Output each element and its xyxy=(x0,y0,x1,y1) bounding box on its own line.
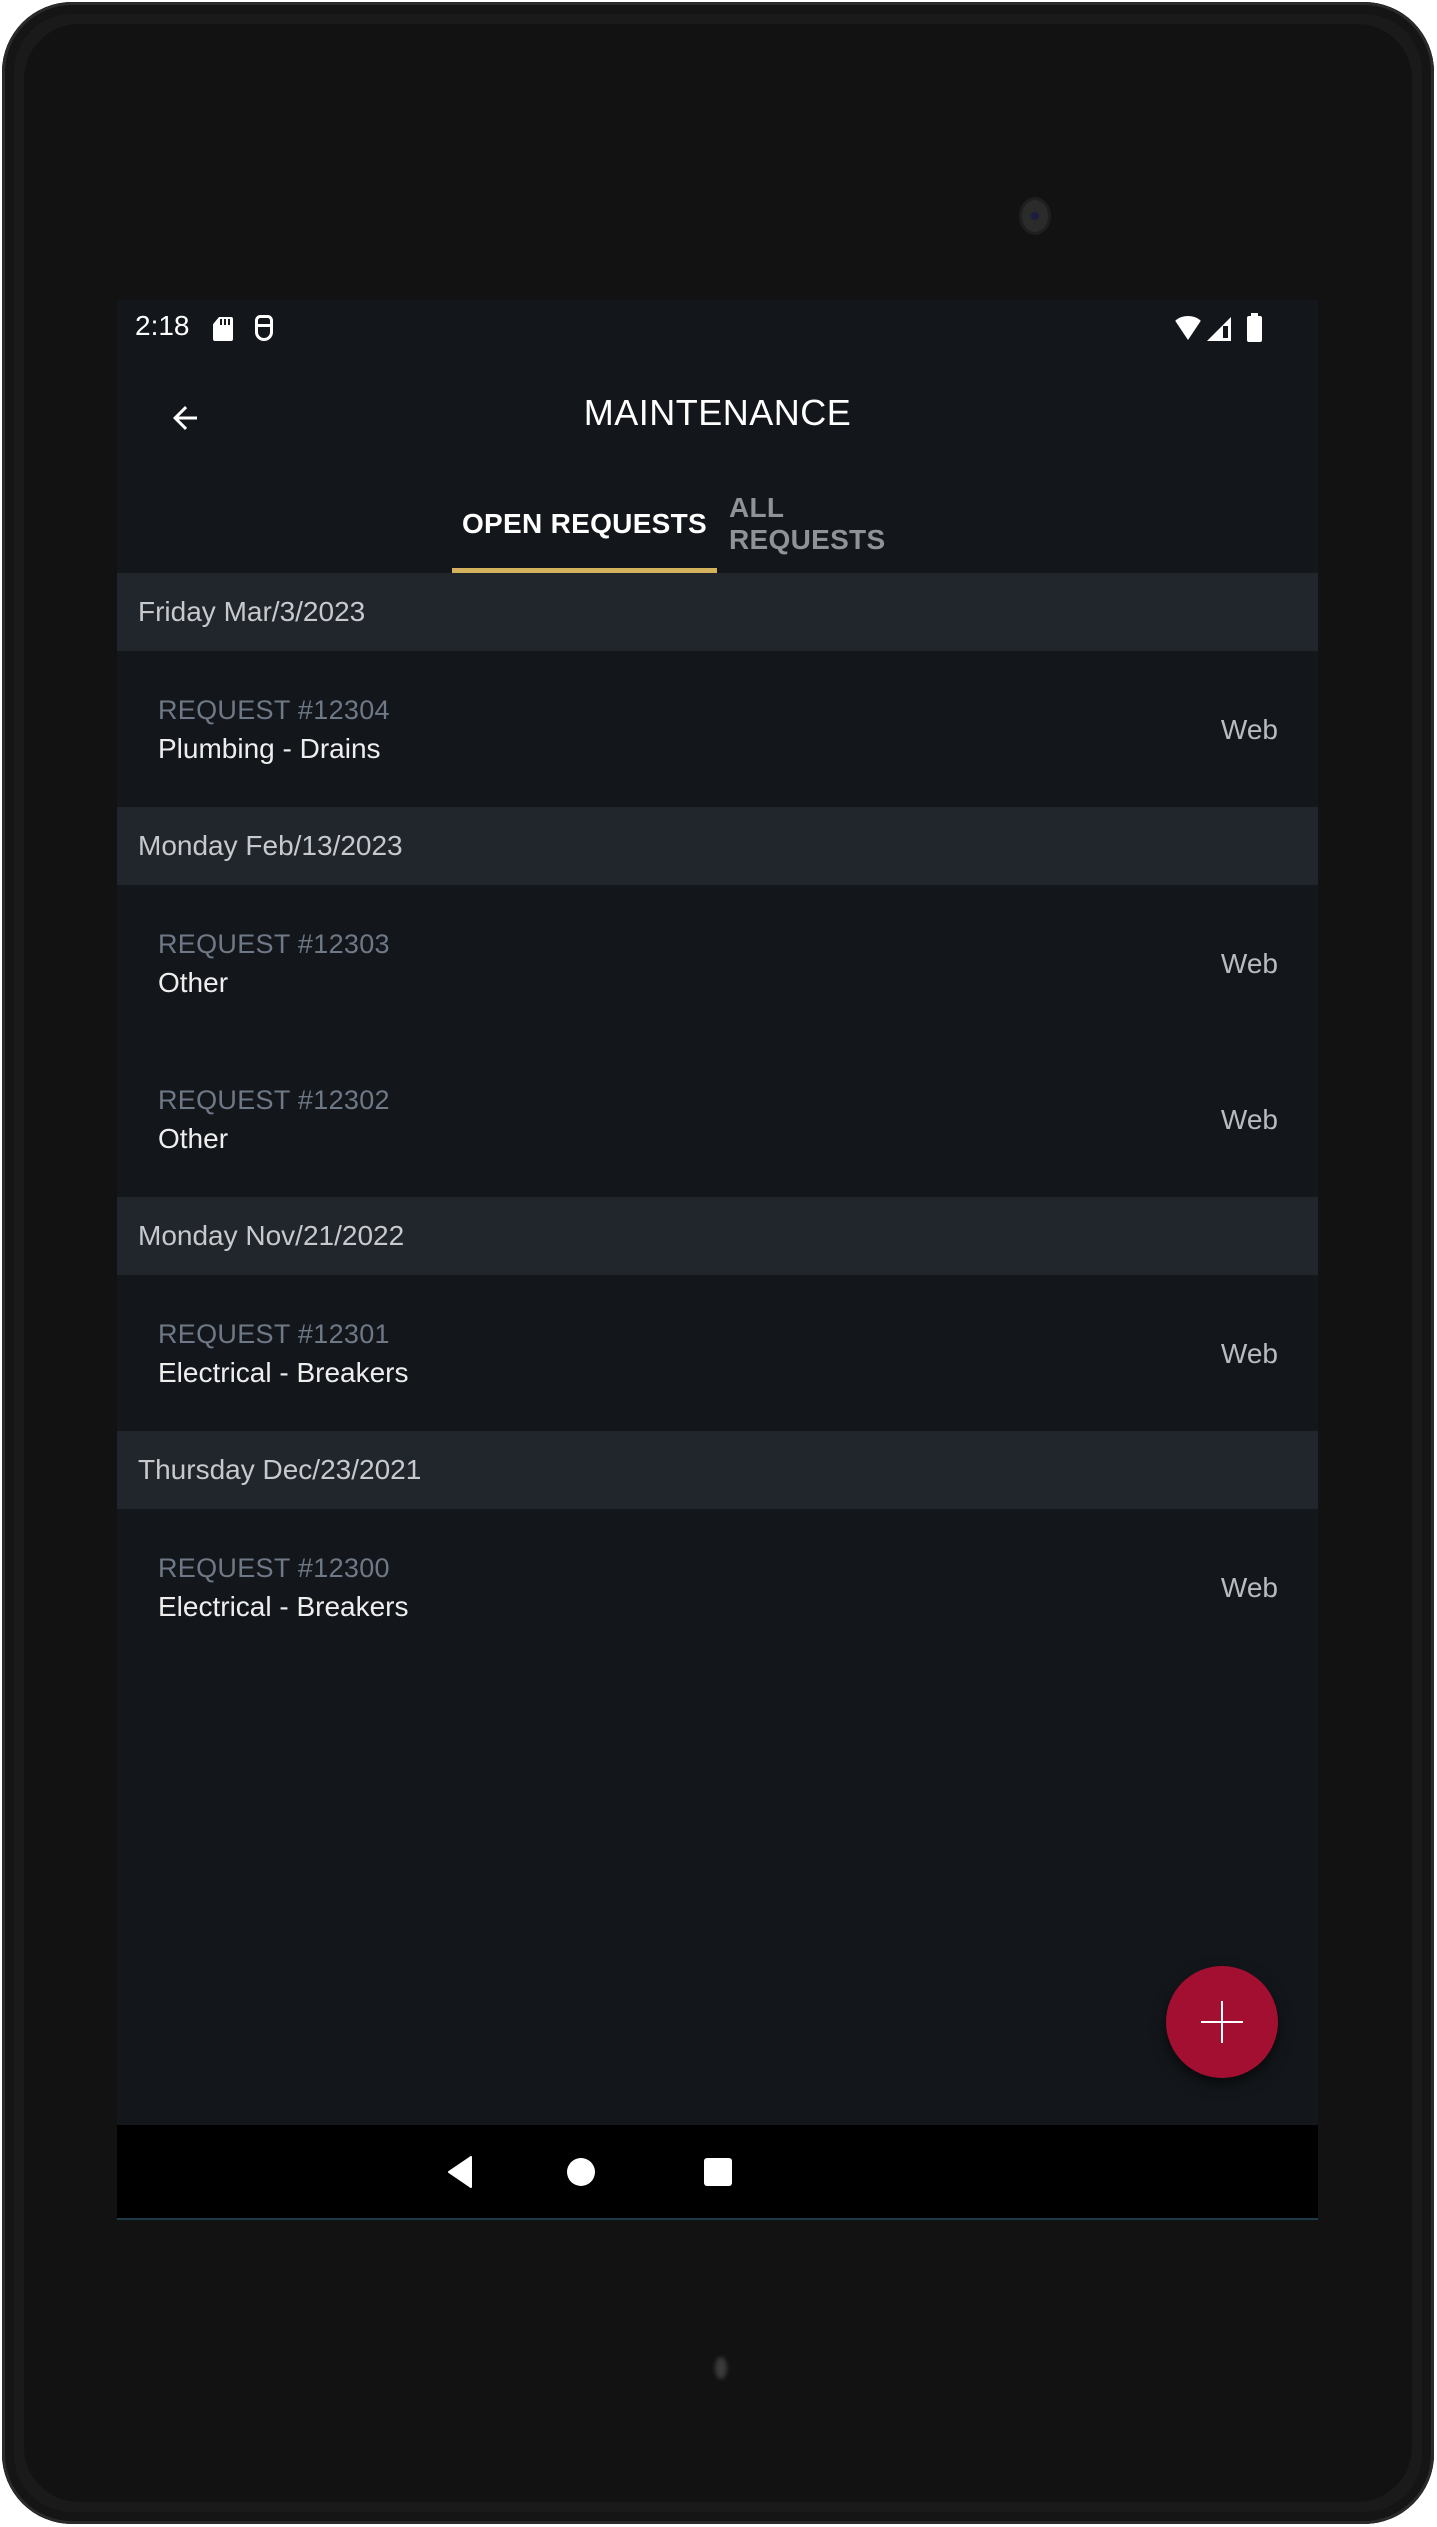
request-source: Web xyxy=(1220,948,1278,979)
requests-list: Friday Mar/3/2023 REQUEST #12304 Plumbin… xyxy=(117,573,1318,1665)
request-list-item[interactable]: REQUEST #12302 Other Web xyxy=(117,1041,1318,1197)
android-debug-icon xyxy=(255,315,273,341)
system-recents-button[interactable] xyxy=(673,2125,763,2218)
request-list-item[interactable]: REQUEST #12303 Other Web xyxy=(117,885,1318,1041)
date-section-header: Friday Mar/3/2023 xyxy=(117,573,1318,651)
recents-square-icon xyxy=(704,2157,732,2186)
tab-bar: OPEN REQUESTS ALL REQUESTS xyxy=(117,475,1318,573)
system-nav-bar xyxy=(117,2125,1318,2220)
request-source: Web xyxy=(1220,1338,1278,1369)
request-number: REQUEST #12302 xyxy=(158,1085,390,1115)
request-category: Electrical - Breakers xyxy=(158,1591,409,1622)
tab-all-requests[interactable]: ALL REQUESTS xyxy=(729,475,929,573)
app-bar: MAINTENANCE xyxy=(117,350,1318,475)
request-category: Other xyxy=(158,967,229,998)
request-list-item[interactable]: REQUEST #12300 Electrical - Breakers Web xyxy=(117,1509,1318,1665)
request-category: Plumbing - Drains xyxy=(158,733,381,764)
screen: 2:18 MAINTENANCE OPEN REQUESTS ALL REQUE… xyxy=(117,300,1318,2220)
date-section-header: Monday Nov/21/2022 xyxy=(117,1197,1318,1275)
back-triangle-icon xyxy=(448,2155,472,2188)
cell-signal-icon xyxy=(1207,317,1231,341)
system-home-button[interactable] xyxy=(536,2125,626,2218)
date-section-header: Thursday Dec/23/2021 xyxy=(117,1431,1318,1509)
request-source: Web xyxy=(1220,1104,1278,1135)
wifi-icon xyxy=(1172,316,1204,340)
notification-led xyxy=(715,2357,727,2379)
sd-card-icon xyxy=(213,317,233,341)
request-list-item[interactable]: REQUEST #12301 Electrical - Breakers Web xyxy=(117,1275,1318,1431)
home-circle-icon xyxy=(567,2157,595,2186)
status-bar: 2:18 xyxy=(117,300,1318,350)
request-source: Web xyxy=(1220,1572,1278,1603)
battery-icon xyxy=(1247,313,1262,342)
request-list-item[interactable]: REQUEST #12304 Plumbing - Drains Web xyxy=(117,651,1318,807)
request-number: REQUEST #12303 xyxy=(158,929,390,959)
request-category: Other xyxy=(158,1123,229,1154)
request-number: REQUEST #12301 xyxy=(158,1319,390,1349)
request-number: REQUEST #12304 xyxy=(158,695,390,725)
plus-icon xyxy=(1201,2001,1243,2043)
front-camera xyxy=(1022,200,1048,232)
tab-open-requests[interactable]: OPEN REQUESTS xyxy=(452,475,717,573)
system-back-button[interactable] xyxy=(415,2125,505,2218)
request-number: REQUEST #12300 xyxy=(158,1553,390,1583)
page-title: MAINTENANCE xyxy=(583,392,852,433)
status-time: 2:18 xyxy=(135,310,190,341)
date-section-header: Monday Feb/13/2023 xyxy=(117,807,1318,885)
add-request-button[interactable] xyxy=(1166,1966,1278,2078)
request-category: Electrical - Breakers xyxy=(158,1357,409,1388)
request-source: Web xyxy=(1220,714,1278,745)
